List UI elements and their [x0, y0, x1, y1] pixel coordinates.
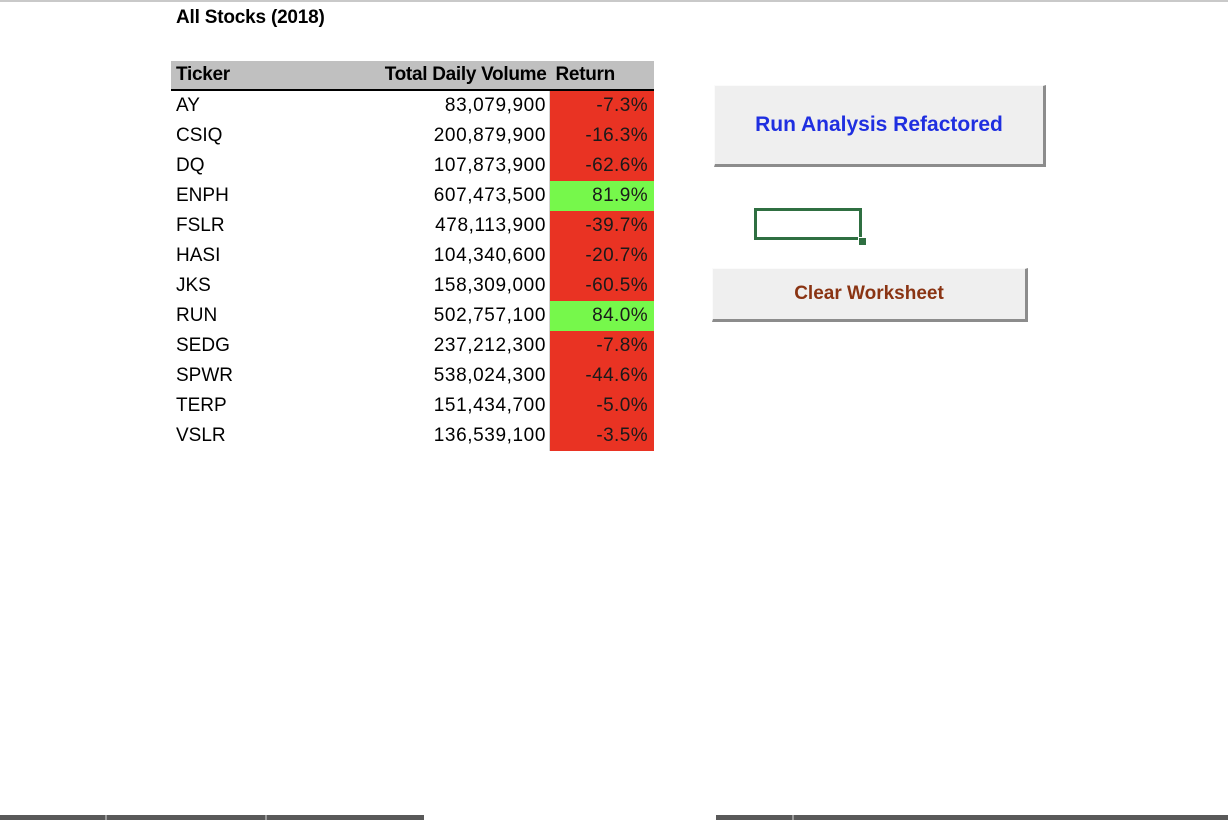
table-row: FSLR 478,113,900 -39.7%: [171, 211, 654, 241]
table-row: SEDG 237,212,300 -7.8%: [171, 331, 654, 361]
return-cell[interactable]: -20.7%: [549, 241, 654, 271]
ticker-cell[interactable]: DQ: [171, 151, 366, 181]
return-cell[interactable]: -7.3%: [549, 90, 654, 121]
scrollbar-divider: [105, 815, 107, 820]
return-cell[interactable]: -39.7%: [549, 211, 654, 241]
header-return[interactable]: Return: [549, 61, 654, 91]
scrollbar-divider: [792, 815, 794, 820]
table-row: AY 83,079,900 -7.3%: [171, 90, 654, 121]
top-border: [0, 0, 1228, 2]
ticker-cell[interactable]: ENPH: [171, 181, 366, 211]
table-row: JKS 158,309,000 -60.5%: [171, 271, 654, 301]
volume-cell[interactable]: 104,340,600: [366, 241, 550, 271]
return-cell[interactable]: -3.5%: [549, 421, 654, 451]
volume-cell[interactable]: 607,473,500: [366, 181, 550, 211]
table-row: CSIQ 200,879,900 -16.3%: [171, 121, 654, 151]
volume-cell[interactable]: 83,079,900: [366, 90, 550, 121]
volume-cell[interactable]: 107,873,900: [366, 151, 550, 181]
table-row: VSLR 136,539,100 -3.5%: [171, 421, 654, 451]
scrollbar-divider: [265, 815, 267, 820]
return-cell[interactable]: -7.8%: [549, 331, 654, 361]
volume-cell[interactable]: 158,309,000: [366, 271, 550, 301]
volume-cell[interactable]: 538,024,300: [366, 361, 550, 391]
table-header-row: Ticker Total Daily Volume Return: [171, 61, 654, 91]
table-row: ENPH 607,473,500 81.9%: [171, 181, 654, 211]
table-body: AY 83,079,900 -7.3% CSIQ 200,879,900 -16.3% DQ…: [171, 90, 654, 451]
sheet-title: All Stocks (2018): [176, 7, 325, 28]
return-cell[interactable]: -16.3%: [549, 121, 654, 151]
ticker-cell[interactable]: SEDG: [171, 331, 366, 361]
ticker-cell[interactable]: SPWR: [171, 361, 366, 391]
volume-cell[interactable]: 478,113,900: [366, 211, 550, 241]
ticker-cell[interactable]: RUN: [171, 301, 366, 331]
volume-cell[interactable]: 200,879,900: [366, 121, 550, 151]
table-row: HASI 104,340,600 -20.7%: [171, 241, 654, 271]
ticker-cell[interactable]: TERP: [171, 391, 366, 421]
table-row: TERP 151,434,700 -5.0%: [171, 391, 654, 421]
stocks-table: Ticker Total Daily Volume Return AY 83,07…: [171, 61, 654, 451]
ticker-cell[interactable]: AY: [171, 90, 366, 121]
run-analysis-refactored-button[interactable]: Run Analysis Refactored: [714, 85, 1046, 167]
table-row: SPWR 538,024,300 -44.6%: [171, 361, 654, 391]
ticker-cell[interactable]: VSLR: [171, 421, 366, 451]
volume-cell[interactable]: 502,757,100: [366, 301, 550, 331]
run-analysis-label: Run Analysis Refactored: [755, 113, 1003, 136]
header-volume[interactable]: Total Daily Volume: [366, 61, 550, 91]
return-cell[interactable]: -44.6%: [549, 361, 654, 391]
ticker-cell[interactable]: FSLR: [171, 211, 366, 241]
fill-handle[interactable]: [858, 237, 867, 246]
return-cell[interactable]: -62.6%: [549, 151, 654, 181]
selected-cell[interactable]: [754, 208, 862, 240]
horizontal-scrollbar-right[interactable]: [716, 815, 1228, 820]
table-row: RUN 502,757,100 84.0%: [171, 301, 654, 331]
table-row: DQ 107,873,900 -62.6%: [171, 151, 654, 181]
header-ticker[interactable]: Ticker: [171, 61, 366, 91]
ticker-cell[interactable]: JKS: [171, 271, 366, 301]
clear-worksheet-label: Clear Worksheet: [794, 283, 944, 304]
volume-cell[interactable]: 237,212,300: [366, 331, 550, 361]
horizontal-scrollbar-left[interactable]: [0, 815, 424, 820]
volume-cell[interactable]: 151,434,700: [366, 391, 550, 421]
return-cell[interactable]: 84.0%: [549, 301, 654, 331]
return-cell[interactable]: 81.9%: [549, 181, 654, 211]
return-cell[interactable]: -60.5%: [549, 271, 654, 301]
ticker-cell[interactable]: HASI: [171, 241, 366, 271]
return-cell[interactable]: -5.0%: [549, 391, 654, 421]
volume-cell[interactable]: 136,539,100: [366, 421, 550, 451]
ticker-cell[interactable]: CSIQ: [171, 121, 366, 151]
clear-worksheet-button[interactable]: Clear Worksheet: [712, 268, 1028, 322]
